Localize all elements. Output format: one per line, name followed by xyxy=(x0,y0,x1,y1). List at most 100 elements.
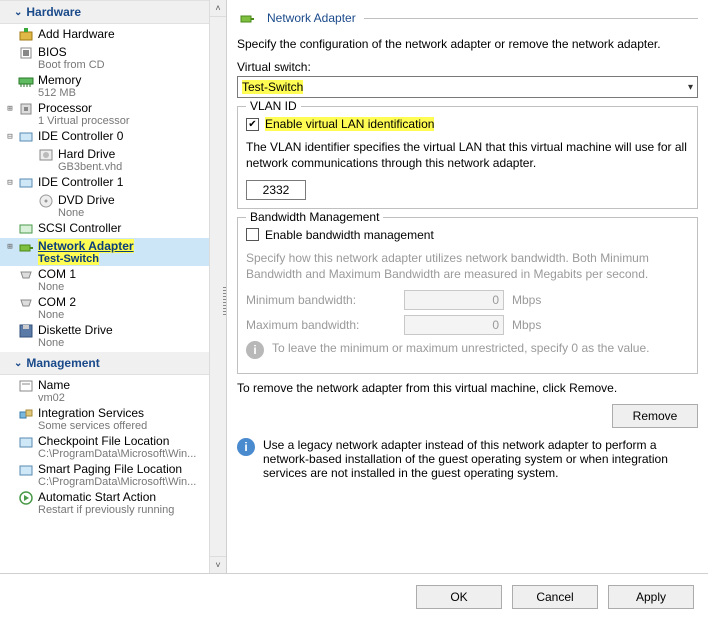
controller-icon xyxy=(18,175,34,191)
tree-label: Processor xyxy=(38,101,224,115)
expander-icon[interactable]: ⊞ xyxy=(4,101,16,117)
tree-label: Checkpoint File Location xyxy=(38,434,224,448)
expander-icon[interactable]: ⊟ xyxy=(4,175,16,191)
diskette-icon xyxy=(18,323,34,339)
tree-sublabel: Test-Switch xyxy=(38,253,99,265)
tree-item-dvddrive[interactable]: DVD Drive None xyxy=(0,192,226,220)
section-hardware[interactable]: ⌄ Hardware xyxy=(0,0,226,24)
tree-label: Smart Paging File Location xyxy=(38,462,224,476)
vlan-enable-label: Enable virtual LAN identification xyxy=(265,117,434,131)
chevron-down-icon: ▾ xyxy=(688,82,693,93)
tree-item-harddrive[interactable]: Hard Drive GB3bent.vhd xyxy=(0,146,226,174)
tree-sublabel: vm02 xyxy=(38,392,224,404)
dvd-icon xyxy=(38,193,54,209)
checkpoint-icon xyxy=(18,434,34,450)
panel-title: Network Adapter xyxy=(267,11,356,25)
tree-item-scsi[interactable]: SCSI Controller xyxy=(0,220,226,238)
max-bandwidth-label: Maximum bandwidth: xyxy=(246,318,396,332)
expander-icon[interactable]: ⊞ xyxy=(4,239,16,255)
min-bandwidth-label: Minimum bandwidth: xyxy=(246,293,396,307)
tree-label: Name xyxy=(38,378,224,392)
tree-label: Integration Services xyxy=(38,406,224,420)
tree-sublabel: C:\ProgramData\Microsoft\Win... xyxy=(38,476,224,488)
tree-label: Network Adapter xyxy=(38,239,134,253)
max-bandwidth-input[interactable]: 0 xyxy=(404,315,504,335)
tree-item-com1[interactable]: COM 1 None xyxy=(0,266,226,294)
tree-item-bios[interactable]: BIOS Boot from CD xyxy=(0,44,226,72)
tree-label: BIOS xyxy=(38,45,224,59)
tree-item-name[interactable]: Name vm02 xyxy=(0,377,226,405)
tree-sublabel: 1 Virtual processor xyxy=(38,115,224,127)
collapse-caret-icon: ⌄ xyxy=(14,358,22,369)
info-icon: i xyxy=(237,438,255,456)
network-adapter-icon xyxy=(239,10,255,26)
tree-item-network-adapter[interactable]: ⊞ Network Adapter Test-Switch xyxy=(0,238,226,266)
controller-icon xyxy=(18,129,34,145)
vlan-id-input[interactable]: 2332 xyxy=(246,180,306,200)
tree-item-add-hardware[interactable]: Add Hardware xyxy=(0,26,226,44)
tree-sublabel: None xyxy=(38,281,224,293)
tree-sublabel: Boot from CD xyxy=(38,59,224,71)
tree-sublabel: None xyxy=(38,337,224,349)
bandwidth-legend: Bandwidth Management xyxy=(246,210,383,224)
smartpaging-icon xyxy=(18,462,34,478)
tree-label: Memory xyxy=(38,73,224,87)
vlan-legend: VLAN ID xyxy=(246,99,301,113)
tree-item-processor[interactable]: ⊞ Processor 1 Virtual processor xyxy=(0,100,226,128)
vlan-enable-checkbox[interactable]: ✔ xyxy=(246,118,259,131)
dialog-footer: OK Cancel Apply xyxy=(0,574,708,619)
vlan-id-value: 2332 xyxy=(263,183,290,197)
section-management-label: Management xyxy=(26,356,99,370)
scroll-down-icon[interactable]: ˅ xyxy=(210,556,226,573)
tree-item-ide1[interactable]: ⊟ IDE Controller 1 xyxy=(0,174,226,192)
apply-button[interactable]: Apply xyxy=(608,585,694,609)
expander-icon[interactable]: ⊟ xyxy=(4,129,16,145)
tree-label: Hard Drive xyxy=(58,147,224,161)
cpu-icon xyxy=(18,101,34,117)
info-icon: i xyxy=(246,341,264,359)
legacy-adapter-hint: Use a legacy network adapter instead of … xyxy=(263,438,698,480)
add-hardware-icon xyxy=(18,27,34,43)
mbps-unit: Mbps xyxy=(512,293,541,307)
vlan-description: The VLAN identifier specifies the virtua… xyxy=(246,139,689,171)
min-bandwidth-input[interactable]: 0 xyxy=(404,290,504,310)
virtual-switch-value: Test-Switch xyxy=(242,80,303,94)
tree-item-integration[interactable]: Integration Services Some services offer… xyxy=(0,405,226,433)
tree-sublabel: GB3bent.vhd xyxy=(58,161,224,173)
collapse-caret-icon: ⌄ xyxy=(14,7,22,18)
tree-item-checkpoint[interactable]: Checkpoint File Location C:\ProgramData\… xyxy=(0,433,226,461)
bandwidth-group: Bandwidth Management Enable bandwidth ma… xyxy=(237,217,698,374)
bandwidth-enable-checkbox[interactable] xyxy=(246,228,259,241)
tree-label: COM 2 xyxy=(38,295,224,309)
section-management[interactable]: ⌄ Management xyxy=(0,352,226,375)
tree-item-diskette[interactable]: Diskette Drive None xyxy=(0,322,226,350)
tree-sublabel: Some services offered xyxy=(38,420,224,432)
tree-item-ide0[interactable]: ⊟ IDE Controller 0 xyxy=(0,128,226,146)
settings-tree-panel: ˄ ˅ ⌄ Hardware Add Hardware xyxy=(0,0,227,573)
cancel-button[interactable]: Cancel xyxy=(512,585,598,609)
com-port-icon xyxy=(18,267,34,283)
section-hardware-label: Hardware xyxy=(26,5,81,19)
tree-item-smartpaging[interactable]: Smart Paging File Location C:\ProgramDat… xyxy=(0,461,226,489)
remove-button[interactable]: Remove xyxy=(612,404,698,428)
tree-sublabel: 512 MB xyxy=(38,87,224,99)
tree-label: COM 1 xyxy=(38,267,224,281)
ok-button[interactable]: OK xyxy=(416,585,502,609)
com-port-icon xyxy=(18,295,34,311)
tree-sublabel: C:\ProgramData\Microsoft\Win... xyxy=(38,448,224,460)
virtual-switch-combo[interactable]: Test-Switch ▾ xyxy=(237,76,698,98)
tree-sublabel: None xyxy=(38,309,224,321)
harddrive-icon xyxy=(38,147,54,163)
integration-icon xyxy=(18,406,34,422)
scsi-icon xyxy=(18,221,34,237)
tree-item-com2[interactable]: COM 2 None xyxy=(0,294,226,322)
virtual-switch-label: Virtual switch: xyxy=(237,60,698,74)
tree-label: Add Hardware xyxy=(38,27,224,41)
bandwidth-zero-hint: To leave the minimum or maximum unrestri… xyxy=(272,341,649,355)
vlan-group: VLAN ID ✔ Enable virtual LAN identificat… xyxy=(237,106,698,208)
tree-label: Diskette Drive xyxy=(38,323,224,337)
tree-item-memory[interactable]: Memory 512 MB xyxy=(0,72,226,100)
tree-item-autostart[interactable]: Automatic Start Action Restart if previo… xyxy=(0,489,226,517)
detail-panel: Network Adapter Specify the configuratio… xyxy=(227,0,708,573)
scroll-up-icon[interactable]: ˄ xyxy=(210,0,226,17)
